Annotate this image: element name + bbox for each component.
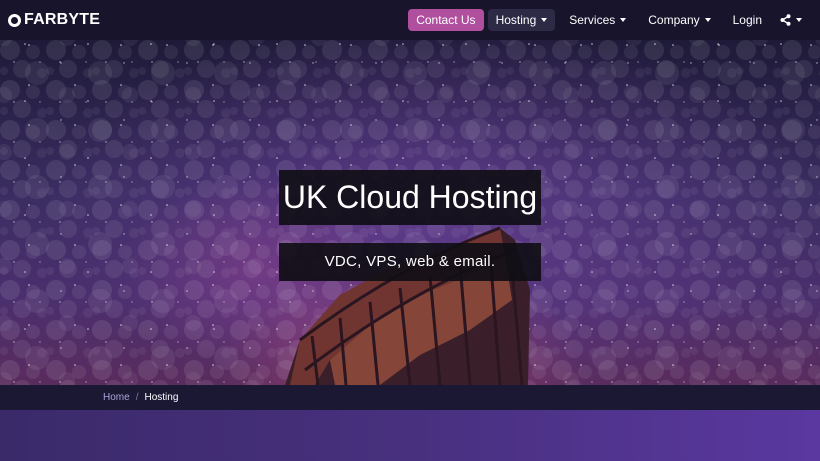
breadcrumb-bar: Home / Hosting — [0, 385, 820, 410]
hero-title: UK Cloud Hosting — [279, 170, 541, 225]
top-navbar: FARBYTE Contact Us Hosting Services Comp… — [0, 0, 820, 40]
logo-ring-icon — [8, 13, 21, 27]
nav-company-label: Company — [648, 13, 700, 27]
caret-down-icon — [704, 18, 711, 22]
nav-item-services[interactable]: Services — [561, 9, 634, 31]
share-menu-button[interactable] — [776, 9, 806, 31]
caret-down-icon — [796, 18, 802, 22]
share-icon — [780, 14, 791, 26]
nav-menu: Contact Us Hosting Services Company Logi… — [408, 9, 806, 31]
nav-item-login[interactable]: Login — [725, 9, 770, 31]
nav-item-hosting[interactable]: Hosting — [487, 9, 556, 31]
caret-down-icon — [541, 18, 548, 22]
hero-subtitle: VDC, VPS, web & email. — [279, 243, 541, 281]
contact-us-button[interactable]: Contact Us — [408, 9, 484, 31]
contact-us-label: Contact Us — [416, 13, 476, 27]
breadcrumb-separator: / — [135, 392, 139, 403]
nav-hosting-label: Hosting — [495, 13, 537, 27]
nav-login-label: Login — [732, 13, 762, 27]
breadcrumb-current: Hosting — [144, 392, 179, 403]
hero-banner: UK Cloud Hosting VDC, VPS, web & email. — [0, 40, 820, 385]
brand-logo[interactable]: FARBYTE — [8, 11, 100, 29]
nav-services-label: Services — [569, 13, 616, 27]
content-section-band — [0, 410, 820, 461]
brand-name: FARBYTE — [24, 11, 101, 28]
nav-item-company[interactable]: Company — [640, 9, 718, 31]
breadcrumb-home-link[interactable]: Home — [103, 392, 130, 403]
breadcrumb: Home / Hosting — [103, 392, 178, 403]
caret-down-icon — [620, 18, 627, 22]
